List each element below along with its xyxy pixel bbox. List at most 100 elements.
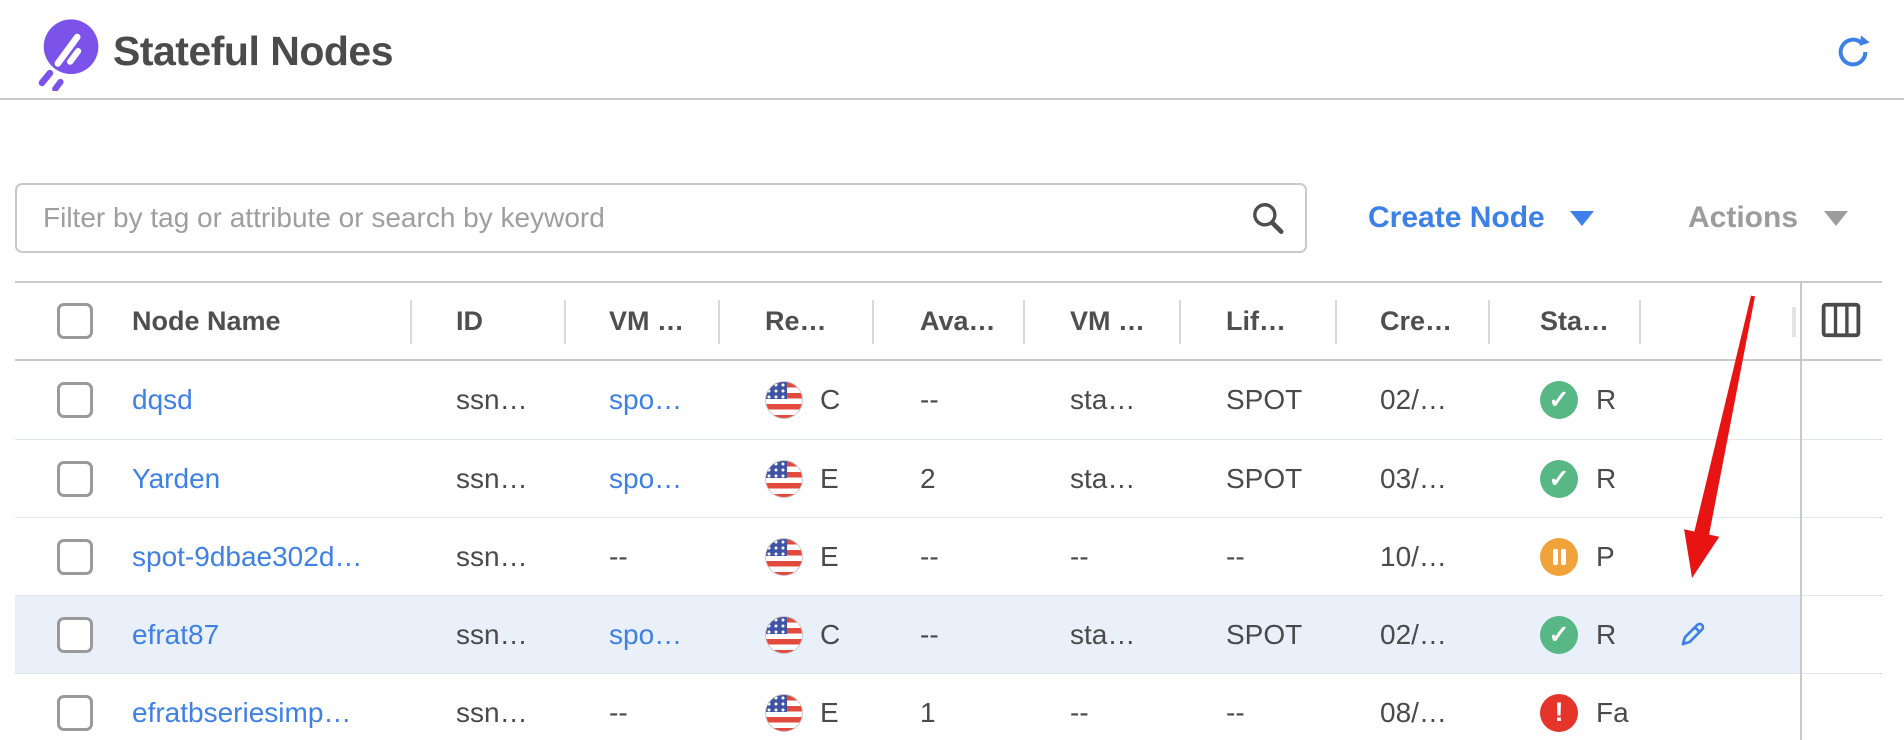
actions-button[interactable]: Actions xyxy=(1688,183,1848,253)
column-header-vm-size[interactable]: VM … xyxy=(1025,283,1181,359)
spot-logo-icon xyxy=(27,13,101,91)
node-name-link[interactable]: Yarden xyxy=(132,463,220,495)
picker-column-divider xyxy=(1800,283,1802,740)
status-text: R xyxy=(1596,384,1616,416)
create-node-button[interactable]: Create Node xyxy=(1368,183,1594,253)
table-header-row: Node Name ID VM … Re… Ava… VM … Lif… Cre… xyxy=(15,283,1880,361)
vm-size-value: -- xyxy=(1070,697,1089,729)
region-value: E xyxy=(820,697,839,729)
availability-value: -- xyxy=(920,384,939,416)
column-picker-button[interactable] xyxy=(1820,302,1862,340)
created-at-value: 10/… xyxy=(1380,541,1447,573)
created-at-value: 02/… xyxy=(1380,619,1447,651)
column-header-vm-name[interactable]: VM … xyxy=(566,283,720,359)
picker-column-spacer xyxy=(1800,518,1882,595)
picker-column-spacer xyxy=(1800,674,1882,740)
vm-name-link[interactable]: spo… xyxy=(609,619,682,651)
node-id: ssn… xyxy=(456,384,528,416)
stateful-nodes-page: Stateful Nodes Create Node Actions Node … xyxy=(0,0,1904,740)
column-header-node-name[interactable]: Node Name xyxy=(15,283,412,359)
node-id: ssn… xyxy=(456,697,528,729)
table-row[interactable]: Yarden ssn… spo… E 2 sta… SPOT 03/… R xyxy=(15,439,1880,517)
column-header-actions-empty xyxy=(1641,283,1800,359)
lifecycle-value: SPOT xyxy=(1226,384,1302,416)
vm-size-value: sta… xyxy=(1070,384,1135,416)
picker-column-spacer xyxy=(1800,440,1882,517)
lifecycle-value: -- xyxy=(1226,541,1245,573)
row-checkbox[interactable] xyxy=(57,539,93,575)
vm-size-value: sta… xyxy=(1070,619,1135,651)
status-icon xyxy=(1540,460,1578,498)
lifecycle-value: SPOT xyxy=(1226,619,1302,651)
search-input[interactable] xyxy=(17,185,1305,251)
picker-column-spacer xyxy=(1800,596,1882,673)
column-header-region[interactable]: Re… xyxy=(720,283,874,359)
refresh-icon xyxy=(1834,33,1872,71)
page-title: Stateful Nodes xyxy=(113,28,393,75)
availability-value: -- xyxy=(920,619,939,651)
status-text: R xyxy=(1596,619,1616,651)
created-at-value: 02/… xyxy=(1380,384,1447,416)
table-row[interactable]: efrat87 ssn… spo… C -- sta… SPOT 02/… R xyxy=(15,595,1880,673)
search-icon[interactable] xyxy=(1249,200,1287,238)
vm-name-link[interactable]: spo… xyxy=(609,463,682,495)
availability-value: 1 xyxy=(920,697,936,729)
vm-name-link[interactable]: spo… xyxy=(609,384,682,416)
select-all-checkbox[interactable] xyxy=(57,303,93,339)
table-row[interactable]: spot-9dbae302d… ssn… -- E -- -- -- 10/… … xyxy=(15,517,1880,595)
table-columns-icon xyxy=(1821,302,1861,338)
availability-value: -- xyxy=(920,541,939,573)
status-icon xyxy=(1540,381,1578,419)
node-name-link[interactable]: dqsd xyxy=(132,384,193,416)
status-text: P xyxy=(1596,541,1615,573)
table-body: dqsd ssn… spo… C -- sta… SPOT 02/… R xyxy=(15,361,1880,740)
row-checkbox[interactable] xyxy=(57,461,93,497)
column-header-created[interactable]: Cre… xyxy=(1337,283,1490,359)
node-name-link[interactable]: spot-9dbae302d… xyxy=(132,541,362,573)
picker-column-spacer xyxy=(1800,361,1882,439)
filter-search-box xyxy=(15,183,1307,253)
actions-label: Actions xyxy=(1688,201,1798,235)
vm-name-link: -- xyxy=(609,541,628,573)
row-checkbox[interactable] xyxy=(57,695,93,731)
column-picker-cell xyxy=(1800,283,1882,359)
created-at-value: 08/… xyxy=(1380,697,1447,729)
column-header-availability[interactable]: Ava… xyxy=(874,283,1025,359)
column-header-status[interactable]: Sta… xyxy=(1490,283,1641,359)
us-flag-icon xyxy=(765,538,803,576)
vm-size-value: sta… xyxy=(1070,463,1135,495)
row-checkbox[interactable] xyxy=(57,617,93,653)
node-name-link[interactable]: efratbseriesimp… xyxy=(132,697,351,729)
status-text: R xyxy=(1596,463,1616,495)
us-flag-icon xyxy=(765,381,803,419)
status-text: Fa xyxy=(1596,697,1629,729)
status-icon xyxy=(1540,616,1578,654)
vm-name-link: -- xyxy=(609,697,628,729)
create-node-caret-down-icon xyxy=(1570,211,1594,226)
us-flag-icon xyxy=(765,460,803,498)
edit-node-button[interactable] xyxy=(1676,618,1710,652)
pencil-icon xyxy=(1677,618,1709,650)
status-icon xyxy=(1540,538,1578,576)
created-at-value: 03/… xyxy=(1380,463,1447,495)
status-icon xyxy=(1540,694,1578,732)
actions-caret-down-icon xyxy=(1824,211,1848,226)
availability-value: 2 xyxy=(920,463,936,495)
create-node-label: Create Node xyxy=(1368,201,1545,235)
table-row[interactable]: dqsd ssn… spo… C -- sta… SPOT 02/… R xyxy=(15,361,1880,439)
node-name-link[interactable]: efrat87 xyxy=(132,619,219,651)
table-row[interactable]: efratbseriesimp… ssn… -- E 1 -- -- 08/… … xyxy=(15,673,1880,740)
region-value: C xyxy=(820,384,840,416)
row-checkbox[interactable] xyxy=(57,382,93,418)
region-value: C xyxy=(820,619,840,651)
nodes-table: Node Name ID VM … Re… Ava… VM … Lif… Cre… xyxy=(15,281,1882,740)
lifecycle-value: SPOT xyxy=(1226,463,1302,495)
vm-size-value: -- xyxy=(1070,541,1089,573)
refresh-button[interactable] xyxy=(1834,33,1872,71)
column-header-lifecycle[interactable]: Lif… xyxy=(1181,283,1337,359)
us-flag-icon xyxy=(765,616,803,654)
node-id: ssn… xyxy=(456,619,528,651)
column-header-id[interactable]: ID xyxy=(412,283,566,359)
us-flag-icon xyxy=(765,694,803,732)
node-id: ssn… xyxy=(456,463,528,495)
